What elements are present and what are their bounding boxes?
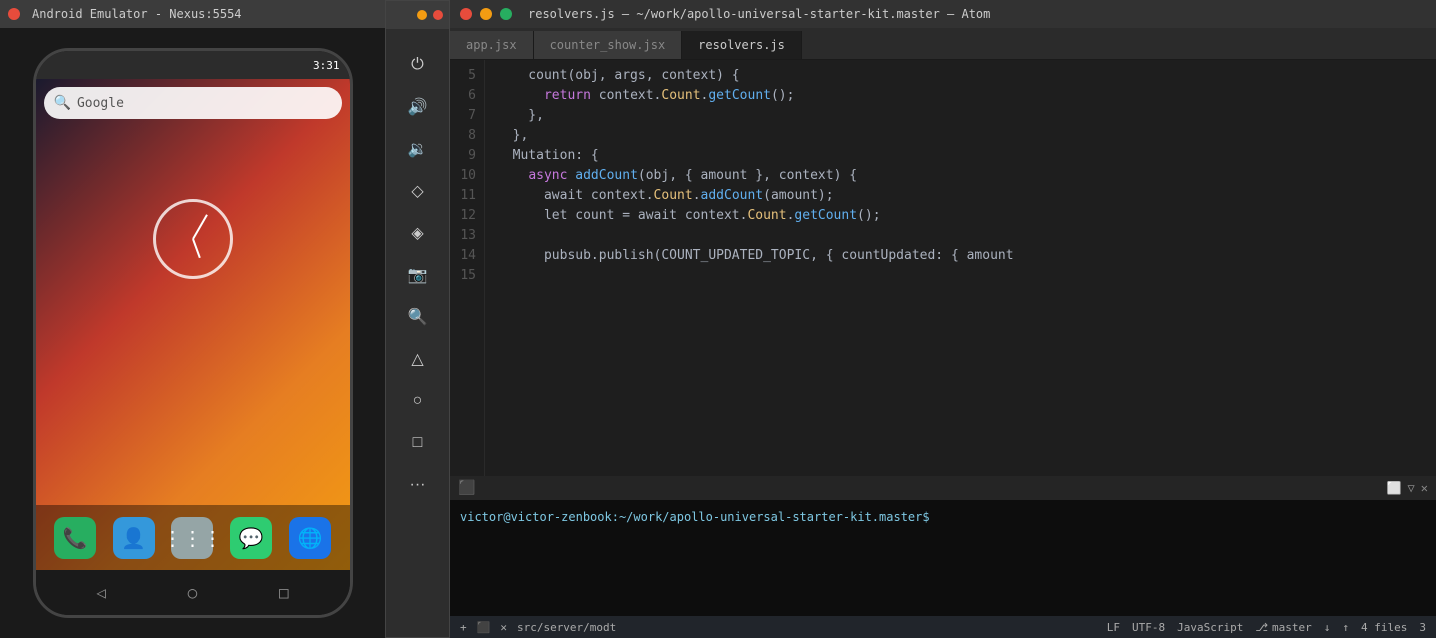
status-terminal-button[interactable]: ⬛ (477, 621, 491, 634)
atom-editor: resolvers.js — ~/work/apollo-universal-s… (450, 0, 1436, 638)
tab-app-jsx[interactable]: app.jsx (450, 31, 534, 59)
tab-label: resolvers.js (698, 38, 785, 52)
phone-outer: 3:31 🔍 Google 📞 👤 ⋮⋮⋮ 💬 🌐 (0, 28, 385, 638)
line-num: 11 (450, 186, 476, 206)
controls-body: ⏻ 🔊 🔉 ◇ ◈ 📷 🔍 △ ○ □ ··· (400, 41, 436, 509)
terminal-controls: ⬜ ▽ ✕ (1387, 481, 1428, 495)
terminal-expand-button[interactable]: ▽ (1408, 481, 1415, 495)
search-text: Google (77, 96, 124, 111)
atom-titlebar: resolvers.js — ~/work/apollo-universal-s… (450, 0, 1436, 28)
status-add-button[interactable]: + (460, 621, 467, 634)
emulator-controls-panel: ⏻ 🔊 🔉 ◇ ◈ 📷 🔍 △ ○ □ ··· (385, 0, 450, 638)
dock-phone-icon[interactable]: 📞 (54, 517, 96, 559)
zoom-button[interactable]: 🔍 (400, 299, 436, 335)
code-area[interactable]: 5 6 7 8 9 10 11 12 13 14 15 count(obj, a… (450, 60, 1436, 476)
terminal-icon: ⬛ (458, 480, 475, 496)
branch-icon: ⎇ (1255, 621, 1268, 634)
rotate-left-button[interactable]: ◇ (400, 173, 436, 209)
line-num: 12 (450, 206, 476, 226)
branch-name: master (1272, 621, 1312, 634)
dock-sms-icon[interactable]: 💬 (230, 517, 272, 559)
overview-button[interactable]: □ (400, 425, 436, 461)
power-button[interactable]: ⏻ (400, 47, 436, 83)
line-num: 6 (450, 86, 476, 106)
atom-tab-bar: app.jsx counter_show.jsx resolvers.js (450, 28, 1436, 60)
phone-frame: 3:31 🔍 Google 📞 👤 ⋮⋮⋮ 💬 🌐 (33, 48, 353, 618)
line-num: 7 (450, 106, 476, 126)
clock-minute-hand (192, 214, 208, 239)
phone-time: 3:31 (313, 59, 340, 72)
rotate-right-button[interactable]: ◈ (400, 215, 436, 251)
search-icon: 🔍 (54, 95, 71, 111)
code-editor[interactable]: count(obj, args, context) { return conte… (485, 60, 1436, 476)
status-branch[interactable]: ⎇ master (1255, 621, 1311, 634)
atom-minimize-dot[interactable] (480, 8, 492, 20)
home-button[interactable]: ○ (400, 383, 436, 419)
atom-close-dot[interactable] (460, 8, 472, 20)
android-titlebar: Android Emulator - Nexus:5554 (0, 0, 385, 28)
atom-statusbar: + ⬛ ✕ src/server/modt LF UTF-8 JavaScrip… (450, 616, 1436, 638)
status-count: 3 (1419, 621, 1426, 634)
status-close-button[interactable]: ✕ (500, 621, 507, 634)
phone-search-bar[interactable]: 🔍 Google (44, 87, 342, 119)
terminal-titlebar: ⬛ ⬜ ▽ ✕ (450, 476, 1436, 500)
tab-label: counter_show.jsx (550, 38, 666, 52)
volume-up-button[interactable]: 🔊 (400, 89, 436, 125)
terminal-area: ⬛ ⬜ ▽ ✕ victor@victor-zenbook:~/work/apo… (450, 476, 1436, 616)
android-close-dot[interactable] (8, 8, 20, 20)
status-path: src/server/modt (517, 621, 616, 634)
line-num: 10 (450, 166, 476, 186)
android-emulator: Android Emulator - Nexus:5554 3:31 🔍 Goo… (0, 0, 385, 638)
terminal-close-button[interactable]: ✕ (1421, 481, 1428, 495)
status-language[interactable]: JavaScript (1177, 621, 1243, 634)
line-num: 5 (450, 66, 476, 86)
status-line-ending[interactable]: LF (1107, 621, 1120, 634)
status-left: + ⬛ ✕ src/server/modt (460, 621, 616, 634)
nav-back-button[interactable]: ◁ (96, 583, 106, 602)
line-num: 15 (450, 266, 476, 286)
tab-label: app.jsx (466, 38, 517, 52)
terminal-collapse-button[interactable]: ⬜ (1387, 481, 1402, 495)
tab-counter-show-jsx[interactable]: counter_show.jsx (534, 31, 683, 59)
status-encoding[interactable]: UTF-8 (1132, 621, 1165, 634)
controls-minimize-dot[interactable] (417, 10, 427, 20)
line-num: 8 (450, 126, 476, 146)
status-right: LF UTF-8 JavaScript ⎇ master ↓ ↑ 4 files… (1107, 621, 1426, 634)
more-button[interactable]: ··· (400, 467, 436, 503)
terminal-prompt: victor@victor-zenbook:~/work/apollo-univ… (460, 510, 930, 524)
terminal-body[interactable]: victor@victor-zenbook:~/work/apollo-univ… (450, 500, 1436, 616)
tab-resolvers-js[interactable]: resolvers.js (682, 31, 802, 59)
nav-recent-button[interactable]: □ (279, 583, 289, 602)
phone-nav-bar: ◁ ○ □ (36, 570, 350, 615)
android-title: Android Emulator - Nexus:5554 (32, 7, 242, 21)
phone-status-bar: 3:31 (36, 51, 350, 79)
line-num: 13 (450, 226, 476, 246)
clock-widget (153, 199, 233, 279)
clock-hour-hand (192, 239, 201, 258)
screenshot-button[interactable]: 📷 (400, 257, 436, 293)
volume-down-button[interactable]: 🔉 (400, 131, 436, 167)
phone-screen[interactable]: 🔍 Google 📞 👤 ⋮⋮⋮ 💬 🌐 (36, 79, 350, 570)
controls-close-dot[interactable] (433, 10, 443, 20)
atom-window-title: resolvers.js — ~/work/apollo-universal-s… (528, 7, 990, 21)
atom-content: 5 6 7 8 9 10 11 12 13 14 15 count(obj, a… (450, 60, 1436, 616)
phone-dock: 📞 👤 ⋮⋮⋮ 💬 🌐 (36, 505, 350, 570)
line-num: 14 (450, 246, 476, 266)
dock-browser-icon[interactable]: 🌐 (289, 517, 331, 559)
back-button[interactable]: △ (400, 341, 436, 377)
status-arrow-up[interactable]: ↑ (1342, 621, 1349, 634)
status-arrow-down[interactable]: ↓ (1324, 621, 1331, 634)
dock-apps-icon[interactable]: ⋮⋮⋮ (171, 517, 213, 559)
controls-titlebar (386, 1, 449, 29)
nav-home-button[interactable]: ○ (188, 583, 198, 602)
line-num: 9 (450, 146, 476, 166)
status-files: 4 files (1361, 621, 1407, 634)
line-numbers: 5 6 7 8 9 10 11 12 13 14 15 (450, 60, 485, 476)
dock-contacts-icon[interactable]: 👤 (113, 517, 155, 559)
atom-maximize-dot[interactable] (500, 8, 512, 20)
